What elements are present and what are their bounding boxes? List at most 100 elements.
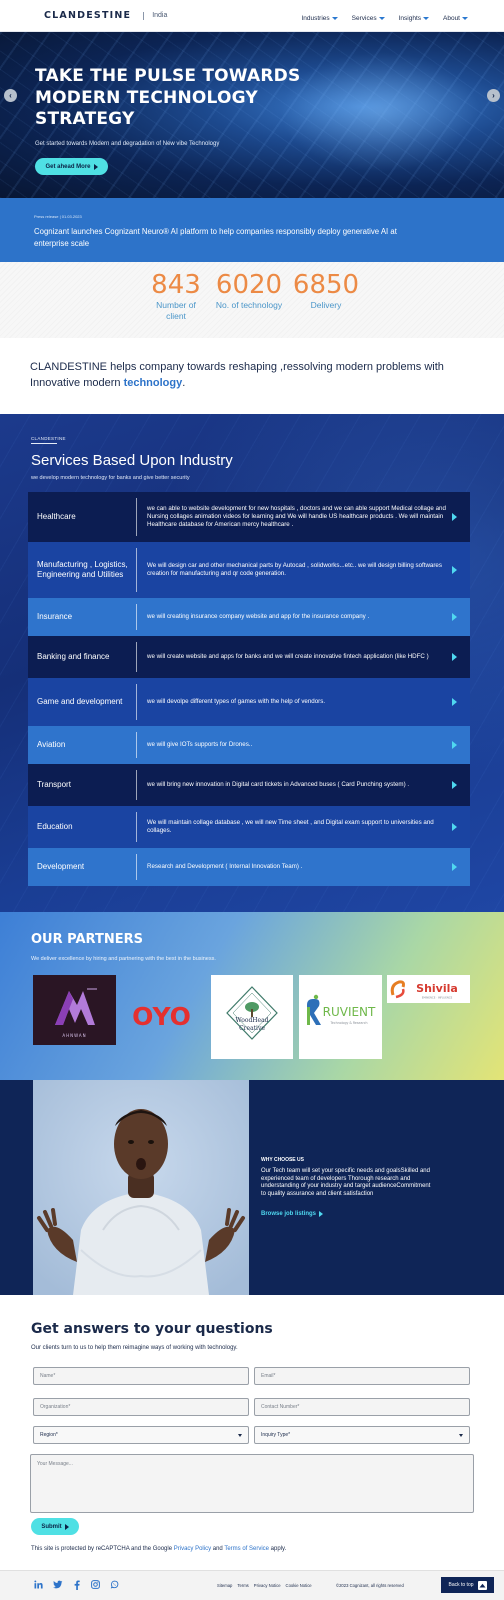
ahnwan-wordmark: AHNWAN [62,1033,86,1038]
back-to-top-label: Back to top [448,1582,474,1588]
chevron-right-icon [452,613,457,621]
play-arrow-icon [64,1523,69,1530]
partners-subtitle: We deliver excellence by hiring and part… [31,956,216,962]
site-logo[interactable]: CLANDESTINE [44,10,131,21]
service-row-transport[interactable]: Transport we will bring new innovation i… [28,764,470,806]
woodhead-logo-graphic: WoodHead Creative [226,986,278,1040]
submit-label: Submit [41,1523,62,1530]
service-row-banking[interactable]: Banking and finance we will create websi… [28,636,470,678]
linkedin-icon[interactable] [33,1579,44,1590]
region-select[interactable]: Region* [33,1426,249,1444]
privacy-policy-link[interactable]: Privacy Policy [174,1546,211,1552]
chevron-left-icon: ‹ [9,91,12,100]
chevron-right-icon [452,653,457,661]
name-field[interactable]: Name* [33,1367,249,1385]
nav-label: Industries [301,15,330,22]
chevron-down-icon [462,17,468,20]
service-name: Game and development [37,697,123,706]
partner-logo-ahnwan[interactable]: AHNWAN [33,975,116,1045]
terms-link[interactable]: Terms [237,1583,248,1588]
service-description: we will devolpe different types of games… [147,697,326,705]
carousel-next-button[interactable]: › [487,89,500,102]
press-release-banner[interactable]: Press release | 01.03.2023 Cognizant lau… [0,198,504,262]
press-date: Press release | 01.03.2023 [34,214,82,219]
mission-end: . [182,376,186,389]
recaptcha-text: and [211,1546,225,1552]
partner-logo-oyo[interactable]: OYO [123,975,200,1055]
oyo-wordmark: OYO [132,1002,191,1031]
ruvient-wordmark: RUVIENT [323,1005,376,1019]
nav-services[interactable]: Services [352,9,385,22]
service-row-healthcare[interactable]: Healthcare we can able to website develo… [28,492,470,542]
carousel-prev-button[interactable]: ‹ [4,89,17,102]
chevron-right-icon [452,513,457,521]
service-name: Aviation [37,740,66,749]
footer-links: Sitemap Terms Privacy Notice Cookie Noti… [217,1583,312,1588]
why-eyebrow: WHY CHOOSE US [261,1157,304,1163]
partner-logo-ruvient[interactable]: RUVIENT Technology & Research [299,975,382,1059]
services-section: CLANDESTINE Services Based Upon Industry… [0,414,504,912]
why-choose-us-section: WHY CHOOSE US Our Tech team will set you… [0,1080,504,1295]
organization-field[interactable]: Organization* [33,1398,249,1416]
partner-logo-shivila[interactable]: Shivila EMINENCE · INFLUENCE [387,975,470,1003]
site-footer: Sitemap Terms Privacy Notice Cookie Noti… [0,1570,504,1600]
copyright: ©2023 Cognizant, all rights reserved [336,1583,404,1588]
cookie-notice-link[interactable]: Cookie Notice [286,1583,312,1588]
terms-of-service-link[interactable]: Terms of Service [224,1546,269,1552]
hero-banner: TAKE THE PULSE TOWARDS MODERN TECHNOLOGY… [0,32,504,198]
hero-subtitle: Get started towards Modern and degradati… [35,141,220,147]
contact-number-field[interactable]: Contact Number* [254,1398,470,1416]
oyo-logo-graphic: OYO [132,1002,191,1031]
email-field[interactable]: Email* [254,1367,470,1385]
nav-industries[interactable]: Industries [301,9,338,22]
browse-jobs-label: Browse job listings [261,1211,317,1217]
hero-title-line: TAKE THE PULSE TOWARDS [35,66,301,86]
play-arrow-icon [319,1211,324,1217]
whatsapp-icon[interactable] [109,1579,120,1590]
inquiry-type-select[interactable]: Inquiry Type* [254,1426,470,1444]
service-row-manufacturing[interactable]: Manufacturing , Logistics, Engineering a… [28,542,470,598]
form-title: Get answers to your questions [31,1321,273,1337]
privacy-notice-link[interactable]: Privacy Notice [254,1583,281,1588]
message-textarea[interactable]: Your Message... [30,1454,474,1513]
service-row-education[interactable]: Education We will maintain collage datab… [28,806,470,848]
service-row-aviation[interactable]: Aviation we will give IOTs supports for … [28,726,470,764]
stat-clients: 843 Number of client [146,270,206,322]
stat-label: Number of client [156,300,196,321]
shivila-tagline: EMINENCE · INFLUENCE [422,996,453,1000]
shivila-logo-graphic: Shivila EMINENCE · INFLUENCE [390,980,458,1000]
service-description: We will design car and other mechanical … [147,561,442,577]
instagram-icon[interactable] [90,1579,101,1590]
service-description: we can able to website development for n… [147,504,446,529]
facebook-icon[interactable] [71,1579,82,1590]
main-nav: Industries Services Insights About [301,9,468,22]
partner-logo-woodhead[interactable]: WoodHead Creative [211,975,293,1059]
service-description: we will give IOTs supports for Drones.. [147,740,253,748]
back-to-top-button[interactable]: Back to top [441,1577,494,1593]
service-row-insurance[interactable]: Insurance we will creating insurance com… [28,598,470,636]
chevron-down-icon [459,1433,463,1437]
chevron-right-icon [452,698,457,706]
twitter-icon[interactable] [52,1579,63,1590]
sitemap-link[interactable]: Sitemap [217,1583,232,1588]
stats-section: 843 Number of client 6020 No. of technol… [0,262,504,338]
submit-button[interactable]: Submit [31,1518,79,1535]
inquiry-select-value: Inquiry Type* [261,1432,291,1438]
services-title: Services Based Upon Industry [31,452,233,469]
hero-cta-button[interactable]: Get ahead More [35,158,108,175]
nav-about[interactable]: About [443,9,468,22]
press-headline[interactable]: Cognizant launches Cognizant Neuro® AI p… [34,226,404,249]
mission-statement: CLANDESTINE helps company towards reshap… [0,338,504,414]
ahnwan-logo-graphic: AHNWAN [55,988,97,1038]
service-row-games[interactable]: Game and development we will devolpe dif… [28,678,470,726]
browse-jobs-link[interactable]: Browse job listings [261,1211,324,1217]
nav-insights[interactable]: Insights [399,9,429,22]
mission-highlight: technology [123,376,183,389]
shivila-wordmark: Shivila [416,982,458,995]
site-header: CLANDESTINE India Industries Services In… [0,0,504,32]
chevron-down-icon [331,17,338,20]
region-selector[interactable]: India [143,11,167,20]
chevron-down-icon [238,1433,242,1437]
service-row-development[interactable]: Development Research and Development ( I… [28,848,470,886]
stat-label: No. of technology [215,300,283,310]
